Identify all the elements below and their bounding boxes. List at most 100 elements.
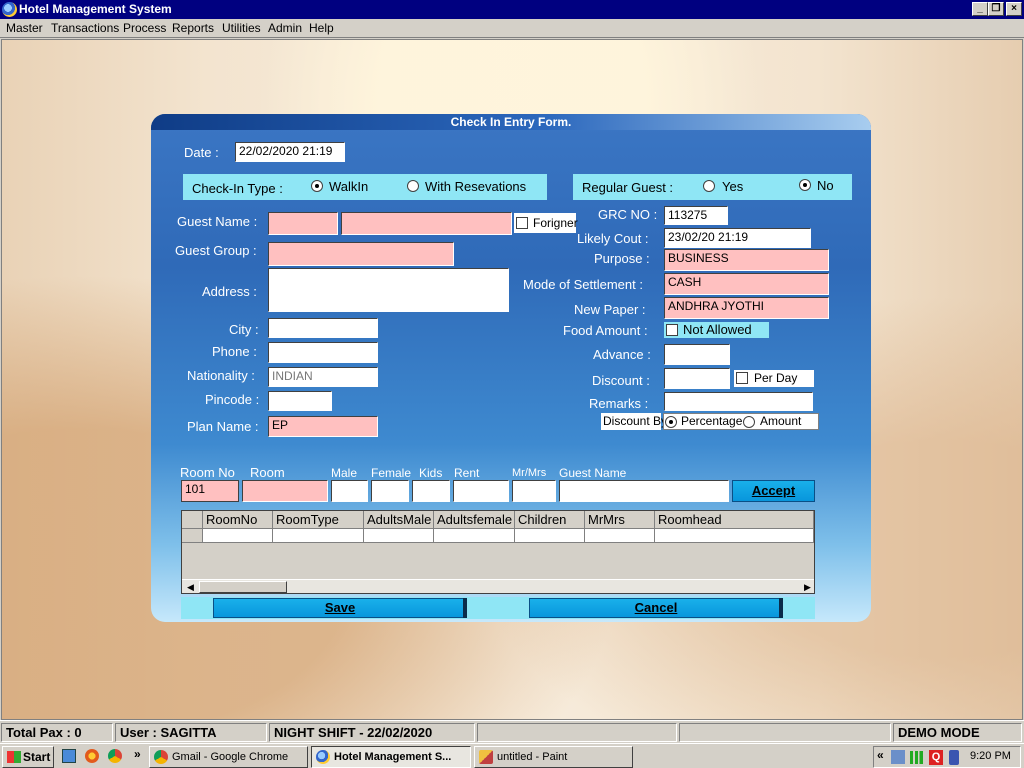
purpose-field[interactable]: BUSINESS	[664, 249, 829, 271]
save-button[interactable]: Save	[213, 598, 467, 618]
discount-percentage-radio[interactable]	[665, 416, 677, 428]
mrmrs-field[interactable]	[512, 480, 556, 502]
menu-help[interactable]: Help	[309, 21, 334, 35]
grc-field[interactable]: 113275	[664, 206, 728, 225]
room-guest-name-field[interactable]	[559, 480, 729, 502]
volume-icon[interactable]	[891, 750, 905, 764]
plan-name-field[interactable]: EP	[268, 416, 378, 437]
task-paint[interactable]: untitled - Paint	[474, 746, 633, 768]
accept-button[interactable]: Accept	[732, 480, 815, 502]
cancel-button[interactable]: Cancel	[529, 598, 783, 618]
guest-name-label: Guest Name :	[177, 214, 258, 229]
grid-cell[interactable]	[585, 529, 655, 543]
regular-yes-radio[interactable]	[703, 180, 715, 192]
mrmrs-header: Mr/Mrs	[512, 467, 547, 479]
guest-title-field[interactable]	[268, 212, 338, 235]
menu-process[interactable]: Process	[123, 21, 166, 35]
tray-expand-icon[interactable]: «	[877, 748, 884, 762]
status-empty-2	[679, 723, 891, 742]
taskbar: Start » Gmail - Google Chrome Hotel Mana…	[0, 743, 1024, 768]
scroll-thumb[interactable]	[199, 581, 287, 593]
grid-cell[interactable]	[203, 529, 273, 543]
grid-cell[interactable]	[515, 529, 585, 543]
menu-utilities[interactable]: Utilities	[222, 21, 261, 35]
task-gmail-chrome[interactable]: Gmail - Google Chrome	[149, 746, 308, 768]
clock[interactable]: 9:20 PM	[970, 750, 1011, 762]
phone-field[interactable]	[268, 342, 378, 363]
windows-logo-icon	[7, 751, 21, 763]
settlement-field[interactable]: CASH	[664, 273, 829, 295]
network-signal-icon[interactable]	[910, 751, 926, 764]
pincode-field[interactable]	[268, 391, 332, 411]
food-allowed-checkbox[interactable]	[666, 324, 678, 336]
status-mode: DEMO MODE	[893, 723, 1022, 742]
discount-label: Discount :	[592, 373, 650, 388]
scroll-left-icon[interactable]: ◀	[184, 581, 197, 593]
grid-header-roomno: RoomNo	[203, 511, 273, 529]
close-button[interactable]: ×	[1006, 2, 1022, 16]
reservations-radio[interactable]	[407, 180, 419, 192]
grid-header-adultsmale: AdultsMale	[364, 511, 434, 529]
menu-master[interactable]: Master	[6, 21, 43, 35]
grid-cell[interactable]	[434, 529, 515, 543]
task-hotel-management[interactable]: Hotel Management S...	[311, 746, 471, 768]
kids-field[interactable]	[412, 480, 450, 502]
room-no-header: Room No	[180, 465, 235, 480]
advance-field[interactable]	[664, 344, 730, 365]
remarks-field[interactable]	[664, 392, 813, 411]
settlement-label: Mode of Settlement :	[523, 277, 643, 292]
regular-yes-label: Yes	[722, 179, 744, 194]
grid-header-roomtype: RoomType	[273, 511, 364, 529]
room-grid[interactable]: RoomNo RoomType AdultsMale Adultsfemale …	[181, 510, 815, 594]
discount-amount-radio[interactable]	[743, 416, 755, 428]
grid-cell[interactable]	[364, 529, 434, 543]
grid-horizontal-scrollbar[interactable]: ◀ ▶	[182, 579, 814, 593]
walkin-radio[interactable]	[311, 180, 323, 192]
likely-cout-field[interactable]: 23/02/20 21:19	[664, 228, 811, 248]
menu-transactions[interactable]: Transactions	[51, 21, 119, 35]
discount-field[interactable]	[664, 368, 730, 389]
quicklaunch-overflow-icon[interactable]: »	[134, 747, 141, 761]
grc-label: GRC NO :	[598, 207, 658, 222]
room-no-field[interactable]: 101	[181, 480, 239, 502]
grid-header-adultsfemale: Adultsfemale	[434, 511, 515, 529]
grid-cell[interactable]	[273, 529, 364, 543]
newpaper-field[interactable]: ANDHRA JYOTHI	[664, 297, 829, 319]
show-desktop-icon[interactable]	[62, 749, 76, 763]
battery-icon[interactable]	[949, 750, 959, 765]
female-field[interactable]	[371, 480, 409, 502]
minimize-button[interactable]: _	[972, 2, 988, 16]
menu-admin[interactable]: Admin	[268, 21, 302, 35]
foreigner-label: Forigner	[533, 216, 578, 230]
date-field[interactable]: 22/02/2020 21:19	[235, 142, 345, 162]
task-label: Gmail - Google Chrome	[172, 751, 289, 763]
menu-reports[interactable]: Reports	[172, 21, 214, 35]
discount-by-label: Discount By	[603, 414, 668, 428]
foreigner-checkbox[interactable]	[516, 217, 528, 229]
guest-name-field[interactable]	[341, 212, 512, 235]
guest-group-field[interactable]	[268, 242, 454, 266]
room-type-field[interactable]	[242, 480, 328, 502]
discount-amount-label: Amount	[760, 414, 802, 428]
grid-cell[interactable]	[655, 529, 814, 543]
task-label: Hotel Management S...	[334, 751, 452, 763]
regular-no-radio[interactable]	[799, 179, 811, 191]
q-app-icon[interactable]: Q	[929, 750, 943, 765]
perday-checkbox[interactable]	[736, 372, 748, 384]
male-field[interactable]	[331, 480, 368, 502]
system-tray: « Q 9:20 PM	[873, 746, 1021, 768]
rent-field[interactable]	[453, 480, 509, 502]
restore-button[interactable]: ❐	[988, 2, 1004, 16]
scroll-right-icon[interactable]: ▶	[801, 581, 814, 593]
advance-label: Advance :	[593, 347, 651, 362]
firefox-icon[interactable]	[85, 749, 99, 763]
city-label: City :	[229, 322, 259, 337]
nationality-field[interactable]: INDIAN	[268, 367, 378, 387]
start-button[interactable]: Start	[2, 746, 54, 768]
save-button-edge	[463, 598, 467, 618]
city-field[interactable]	[268, 318, 378, 338]
likely-cout-label: Likely Cout :	[577, 231, 649, 246]
address-field[interactable]	[268, 268, 509, 312]
form-title: Check In Entry Form.	[151, 114, 871, 130]
chrome-icon[interactable]	[108, 749, 122, 763]
